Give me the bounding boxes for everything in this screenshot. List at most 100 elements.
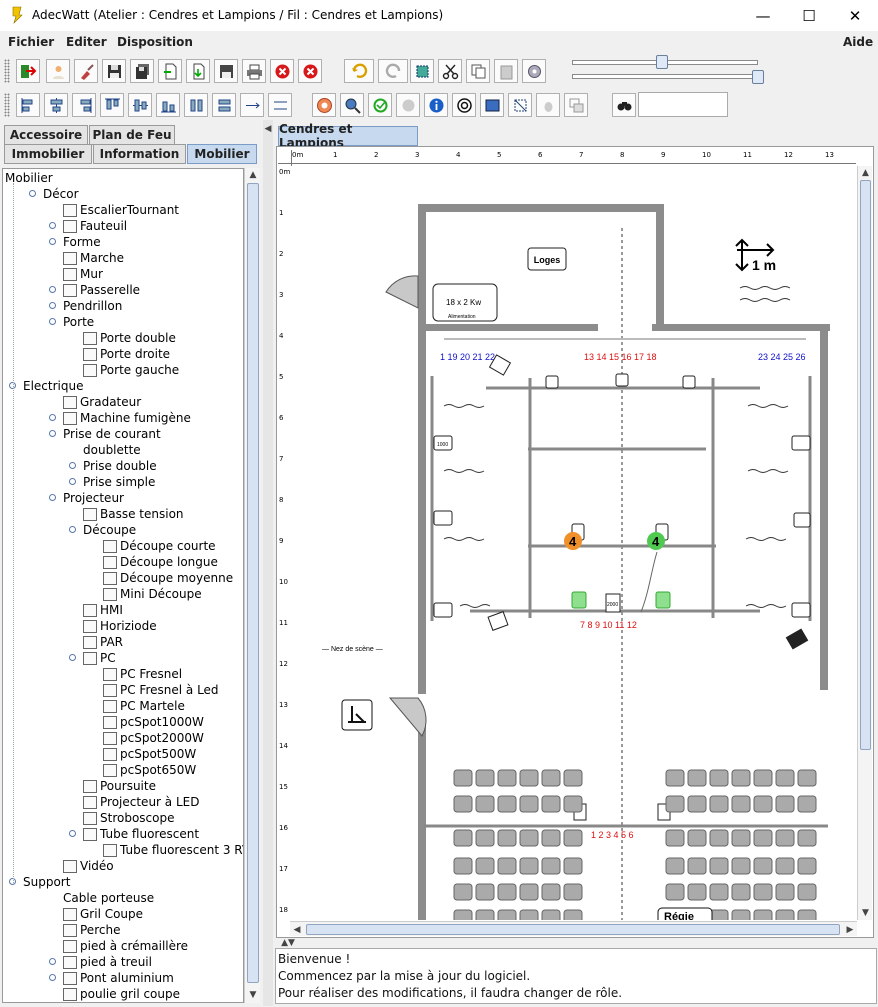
- opacity-slider-thumb[interactable]: [752, 70, 764, 84]
- tree-item[interactable]: Tube fluorescent 3 RVB: [103, 842, 243, 858]
- seat[interactable]: [709, 795, 729, 813]
- tree-item[interactable]: Vidéo: [63, 858, 114, 874]
- tree-item[interactable]: Prise simple: [83, 474, 155, 490]
- tree-expand-toggle[interactable]: [49, 318, 56, 325]
- plan-hscroll-left[interactable]: ◀: [290, 922, 304, 937]
- tree-item[interactable]: PC Fresnel à Led: [103, 682, 219, 698]
- circle-button[interactable]: [396, 93, 420, 117]
- fixture-3[interactable]: [682, 375, 696, 389]
- tree-item[interactable]: Support: [23, 874, 70, 890]
- toolbar-grip[interactable]: [4, 59, 10, 83]
- tree-item[interactable]: Cable porteuse: [63, 890, 154, 906]
- tree-item[interactable]: Projecteur à LED: [83, 794, 199, 810]
- opacity-slider[interactable]: [572, 74, 758, 79]
- bug-button[interactable]: [536, 93, 560, 117]
- seat[interactable]: [687, 883, 707, 901]
- tree-expand-toggle[interactable]: [69, 654, 76, 661]
- seat[interactable]: [775, 795, 795, 813]
- seat[interactable]: [519, 909, 539, 920]
- seat[interactable]: [497, 769, 517, 787]
- tree-expand-toggle[interactable]: [49, 302, 56, 309]
- seat[interactable]: [519, 883, 539, 901]
- menu-aide[interactable]: Aide: [843, 35, 873, 49]
- tree-item[interactable]: Fauteuil: [63, 218, 127, 234]
- plan-hscroll-thumb[interactable]: [306, 924, 840, 935]
- seat[interactable]: [497, 883, 517, 901]
- seat[interactable]: [665, 857, 685, 875]
- seat[interactable]: [753, 829, 773, 847]
- seat[interactable]: [775, 857, 795, 875]
- seat[interactable]: [731, 769, 751, 787]
- door-upper[interactable]: [385, 275, 419, 309]
- seat[interactable]: [475, 909, 495, 920]
- clean-button[interactable]: [74, 59, 98, 83]
- tree-item[interactable]: PC: [83, 650, 116, 666]
- tab-mobilier[interactable]: Mobilier: [187, 144, 257, 164]
- minimize-button[interactable]: —: [740, 0, 786, 31]
- seat[interactable]: [753, 769, 773, 787]
- stage-plan-canvas[interactable]: Loges 18 x 2 Kw Alimentation 1 m 13 14 1…: [290, 166, 857, 920]
- wall-left-house[interactable]: [418, 726, 426, 920]
- seat[interactable]: [709, 909, 729, 920]
- fixture-5[interactable]: [791, 435, 811, 451]
- cancel-all-button[interactable]: [298, 59, 322, 83]
- seat[interactable]: [753, 909, 773, 920]
- space-h-button[interactable]: [240, 93, 264, 117]
- tree-item[interactable]: Machine fumigène: [63, 410, 191, 426]
- tree-item[interactable]: Découpe courte: [103, 538, 216, 554]
- wall-top[interactable]: [418, 204, 664, 212]
- tree-item[interactable]: doublette: [83, 442, 141, 458]
- zoom-button[interactable]: [340, 93, 364, 117]
- tree-item[interactable]: pcSpot650W: [103, 762, 196, 778]
- seat[interactable]: [709, 769, 729, 787]
- seat[interactable]: [497, 909, 517, 920]
- splitter[interactable]: [263, 120, 273, 1006]
- undo-button[interactable]: [344, 59, 374, 83]
- fixture-7[interactable]: [793, 512, 811, 528]
- tree-item[interactable]: Découpe: [83, 522, 136, 538]
- seat[interactable]: [475, 883, 495, 901]
- seat[interactable]: [563, 909, 583, 920]
- seat[interactable]: [563, 857, 583, 875]
- seat[interactable]: [563, 883, 583, 901]
- seat[interactable]: [541, 829, 561, 847]
- windows-button[interactable]: [564, 93, 588, 117]
- seat[interactable]: [797, 883, 817, 901]
- tree-item[interactable]: Gradateur: [63, 394, 141, 410]
- tree-item[interactable]: Projecteur: [63, 490, 124, 506]
- tree-item[interactable]: Marche: [63, 250, 124, 266]
- console-split-arrows[interactable]: ▲▼: [280, 938, 296, 948]
- plan-vscroll[interactable]: ▲ ▼: [857, 166, 872, 920]
- seat[interactable]: [665, 769, 685, 787]
- tree-item[interactable]: Forme: [63, 234, 101, 250]
- fixture-green-2[interactable]: [655, 591, 671, 609]
- seat[interactable]: [541, 857, 561, 875]
- plan-vscroll-up[interactable]: ▲: [858, 166, 873, 179]
- splitter-collapse-arrow[interactable]: ◀: [264, 124, 272, 134]
- tree-scrollbar[interactable]: ▲ ▼: [244, 168, 260, 1003]
- seat[interactable]: [497, 829, 517, 847]
- tree-item[interactable]: pcSpot500W: [103, 746, 196, 762]
- seat[interactable]: [541, 883, 561, 901]
- seat[interactable]: [731, 857, 751, 875]
- paste-button[interactable]: [494, 59, 518, 83]
- seat[interactable]: [687, 795, 707, 813]
- seat[interactable]: [731, 883, 751, 901]
- seat[interactable]: [453, 769, 473, 787]
- tree-expand-toggle[interactable]: [49, 430, 56, 437]
- tree-item[interactable]: Porte double: [83, 330, 176, 346]
- save-all-button[interactable]: [130, 59, 154, 83]
- tree-item[interactable]: Découpe longue: [103, 554, 218, 570]
- seat[interactable]: [453, 909, 473, 920]
- settings-button[interactable]: [522, 59, 546, 83]
- tree-item[interactable]: Découpe moyenne: [103, 570, 233, 586]
- seat[interactable]: [519, 829, 539, 847]
- align-center-h-button[interactable]: [44, 93, 68, 117]
- image-button[interactable]: [480, 93, 504, 117]
- import-button[interactable]: [186, 59, 210, 83]
- plan-vscroll-down[interactable]: ▼: [858, 906, 873, 919]
- seat[interactable]: [453, 829, 473, 847]
- door-lower[interactable]: [388, 697, 427, 737]
- menu-editer[interactable]: Editer: [66, 35, 107, 49]
- seat[interactable]: [453, 883, 473, 901]
